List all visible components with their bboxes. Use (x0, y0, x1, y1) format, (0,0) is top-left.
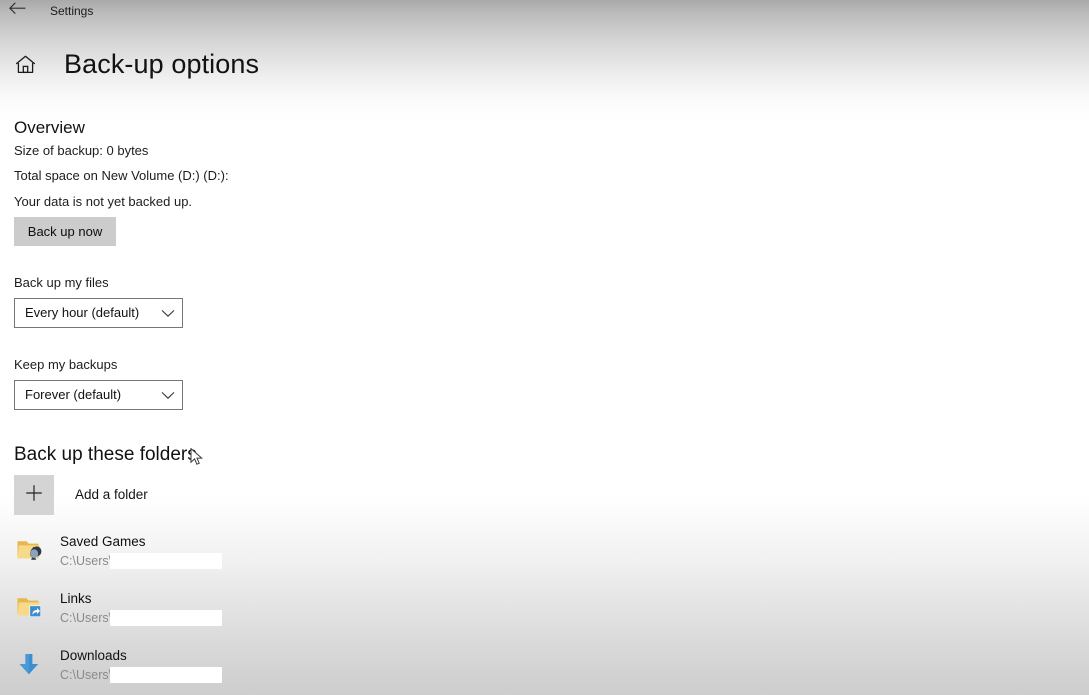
chevron-down-icon (154, 391, 182, 400)
path-redaction-box (110, 553, 222, 569)
folder-item-path-wrap: C:\Users\ (60, 552, 222, 570)
backup-frequency-dropdown[interactable]: Every hour (default) (14, 298, 183, 328)
titlebar: Settings (0, 0, 1089, 22)
total-space-text: Total space on New Volume (D:) (D:): (14, 168, 229, 183)
backup-status-text: Your data is not yet backed up. (14, 194, 193, 209)
keep-backups-dropdown[interactable]: Forever (default) (14, 380, 183, 410)
chevron-down-icon (154, 309, 182, 318)
backup-size-text: Size of backup: 0 bytes (14, 143, 149, 158)
back-button[interactable] (4, 0, 30, 22)
folder-item-text: Downloads C:\Users\ (60, 645, 222, 684)
folder-list-item[interactable]: Saved Games C:\Users\ (14, 531, 434, 575)
page-title: Back-up options (64, 49, 260, 79)
folder-item-text: Links C:\Users\ (60, 588, 222, 627)
overview-heading: Overview (14, 118, 85, 137)
links-shortcut-folder-icon (14, 590, 48, 624)
folder-item-name: Downloads (60, 648, 127, 663)
add-folder-row[interactable]: Add a folder (14, 475, 148, 515)
add-folder-label: Add a folder (75, 487, 148, 502)
downloads-arrow-icon (14, 647, 48, 681)
folder-list-item[interactable]: Links C:\Users\ (14, 588, 434, 632)
path-redaction-box (110, 667, 222, 683)
saved-games-folder-icon (14, 533, 48, 567)
path-redaction-box (110, 610, 222, 626)
titlebar-title: Settings (50, 4, 94, 18)
folder-item-name: Links (60, 591, 92, 606)
mouse-pointer-icon (190, 447, 204, 466)
folder-item-path-wrap: C:\Users\ (60, 666, 222, 684)
folder-item-name: Saved Games (60, 534, 146, 549)
keep-backups-label: Keep my backups (14, 357, 118, 372)
back-arrow-icon (8, 2, 26, 20)
backup-frequency-label: Back up my files (14, 275, 109, 290)
backup-frequency-value: Every hour (default) (25, 305, 140, 320)
page-header: Back-up options (0, 42, 259, 86)
folder-item-text: Saved Games C:\Users\ (60, 531, 222, 570)
plus-icon (24, 483, 44, 508)
back-up-now-button[interactable]: Back up now (14, 217, 116, 246)
folder-item-path: C:\Users\ (60, 611, 113, 625)
folder-item-path: C:\Users\ (60, 554, 113, 568)
folders-section-heading: Back up these folders (14, 444, 197, 465)
add-folder-button[interactable] (14, 475, 54, 515)
folder-item-path-wrap: C:\Users\ (60, 609, 222, 627)
folder-list-item[interactable]: Downloads C:\Users\ (14, 645, 434, 689)
folder-item-path: C:\Users\ (60, 668, 113, 682)
home-icon[interactable] (14, 53, 36, 75)
keep-backups-value: Forever (default) (25, 387, 122, 402)
